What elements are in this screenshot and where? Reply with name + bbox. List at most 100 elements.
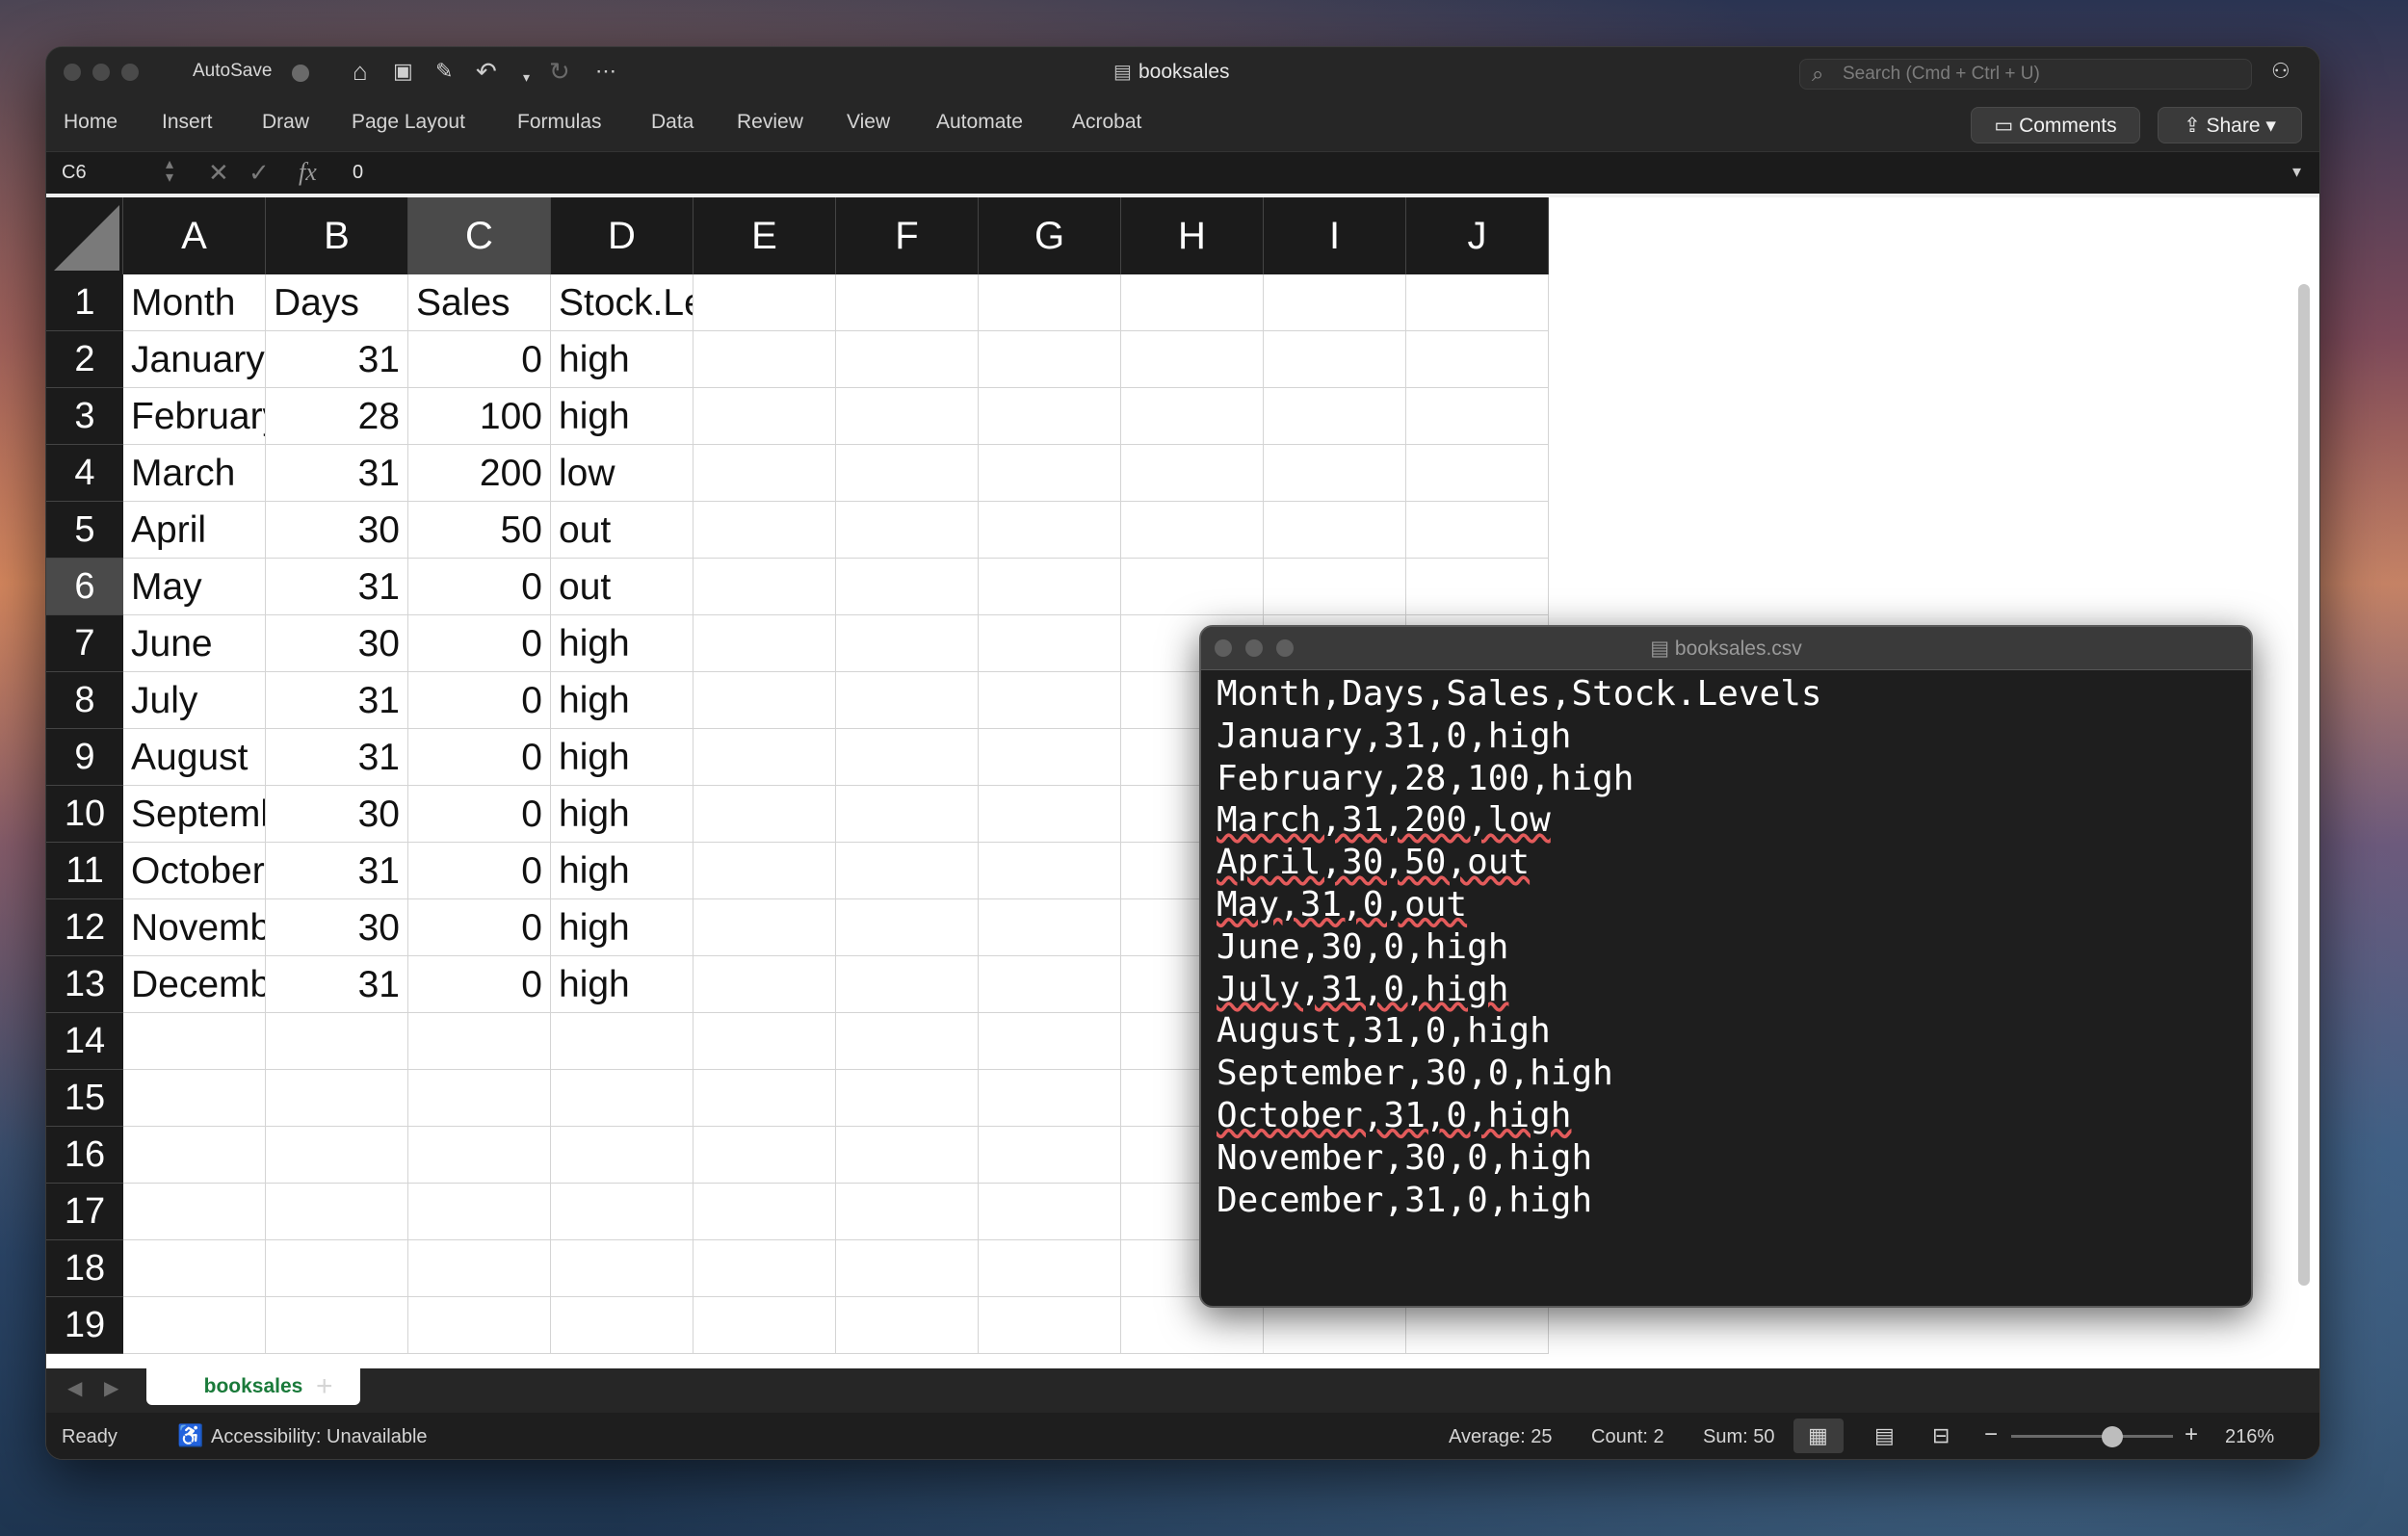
cell-e19[interactable] <box>694 1297 836 1354</box>
cell-g19[interactable] <box>979 1297 1121 1354</box>
column-header-h[interactable]: H <box>1121 197 1264 274</box>
cell-d11[interactable]: high <box>551 843 694 899</box>
row-header-1[interactable]: 1 <box>46 274 123 331</box>
cell-c11[interactable]: 0 <box>408 843 551 899</box>
tab-acrobat[interactable]: Acrobat <box>1072 111 1141 134</box>
share-button[interactable]: ⇪ Share ▾ <box>2158 107 2302 143</box>
column-header-a[interactable]: A <box>123 197 266 274</box>
cell-h1[interactable] <box>1121 274 1264 331</box>
cell-c6[interactable]: 0 <box>408 559 551 615</box>
cell-a2[interactable]: January <box>123 331 266 388</box>
cell-f5[interactable] <box>836 502 979 559</box>
cell-g5[interactable] <box>979 502 1121 559</box>
cell-j1[interactable] <box>1406 274 1549 331</box>
cell-g4[interactable] <box>979 445 1121 502</box>
cell-g18[interactable] <box>979 1240 1121 1297</box>
cell-e11[interactable] <box>694 843 836 899</box>
confirm-icon[interactable]: ✓ <box>249 158 270 188</box>
cell-d16[interactable] <box>551 1127 694 1184</box>
tab-draw[interactable]: Draw <box>262 111 309 134</box>
normal-view-button[interactable]: ▦ <box>1793 1419 1844 1453</box>
cell-c10[interactable]: 0 <box>408 786 551 843</box>
cell-f6[interactable] <box>836 559 979 615</box>
cell-h4[interactable] <box>1121 445 1264 502</box>
cell-i2[interactable] <box>1264 331 1406 388</box>
cell-a3[interactable]: February <box>123 388 266 445</box>
cell-f7[interactable] <box>836 615 979 672</box>
zoom-in-button[interactable]: + <box>2185 1421 2198 1448</box>
cell-g13[interactable] <box>979 956 1121 1013</box>
name-box[interactable]: C6 <box>62 162 87 184</box>
accessibility-status[interactable]: Accessibility: Unavailable <box>211 1426 428 1448</box>
cell-d2[interactable]: high <box>551 331 694 388</box>
cell-b10[interactable]: 30 <box>266 786 408 843</box>
vertical-scrollbar[interactable] <box>2298 284 2310 1286</box>
cell-f14[interactable] <box>836 1013 979 1070</box>
select-all-button[interactable] <box>46 197 123 274</box>
cell-c8[interactable]: 0 <box>408 672 551 729</box>
home-icon[interactable]: ⌂ <box>353 57 368 86</box>
column-header-j[interactable]: J <box>1406 197 1549 274</box>
undo-dropdown-icon[interactable]: ▾ <box>523 63 530 91</box>
cell-e16[interactable] <box>694 1127 836 1184</box>
cell-g16[interactable] <box>979 1127 1121 1184</box>
cell-g6[interactable] <box>979 559 1121 615</box>
cell-a14[interactable] <box>123 1013 266 1070</box>
cell-a19[interactable] <box>123 1297 266 1354</box>
cell-c1[interactable]: Sales <box>408 274 551 331</box>
cell-c13[interactable]: 0 <box>408 956 551 1013</box>
cell-a6[interactable]: May <box>123 559 266 615</box>
cell-g14[interactable] <box>979 1013 1121 1070</box>
cell-g9[interactable] <box>979 729 1121 786</box>
cell-f15[interactable] <box>836 1070 979 1127</box>
cell-c5[interactable]: 50 <box>408 502 551 559</box>
tab-insert[interactable]: Insert <box>162 111 213 134</box>
cell-c9[interactable]: 0 <box>408 729 551 786</box>
cell-a16[interactable] <box>123 1127 266 1184</box>
cell-g10[interactable] <box>979 786 1121 843</box>
cell-d9[interactable]: high <box>551 729 694 786</box>
cell-f17[interactable] <box>836 1184 979 1240</box>
cell-e8[interactable] <box>694 672 836 729</box>
cell-d13[interactable]: high <box>551 956 694 1013</box>
cell-g1[interactable] <box>979 274 1121 331</box>
cell-a18[interactable] <box>123 1240 266 1297</box>
zoom-level[interactable]: 216% <box>2225 1426 2274 1448</box>
accessibility-icon[interactable]: ♿ <box>177 1423 203 1448</box>
row-header-3[interactable]: 3 <box>46 388 123 445</box>
cell-a9[interactable]: August <box>123 729 266 786</box>
cell-i3[interactable] <box>1264 388 1406 445</box>
row-header-14[interactable]: 14 <box>46 1013 123 1070</box>
cell-g8[interactable] <box>979 672 1121 729</box>
next-sheet-icon[interactable]: ▶ <box>104 1376 118 1400</box>
row-header-4[interactable]: 4 <box>46 445 123 502</box>
collaborate-icon[interactable]: ⚇ <box>2271 57 2290 86</box>
cell-d1[interactable]: Stock.Levels <box>551 274 694 331</box>
cell-j4[interactable] <box>1406 445 1549 502</box>
cell-c16[interactable] <box>408 1127 551 1184</box>
cell-f11[interactable] <box>836 843 979 899</box>
column-header-c[interactable]: C <box>408 197 551 274</box>
cell-j5[interactable] <box>1406 502 1549 559</box>
zoom-slider-handle[interactable] <box>2102 1426 2123 1447</box>
tab-automate[interactable]: Automate <box>936 111 1023 134</box>
cell-f1[interactable] <box>836 274 979 331</box>
save-icon[interactable]: ▣ <box>393 57 413 86</box>
cell-a17[interactable] <box>123 1184 266 1240</box>
cell-c4[interactable]: 200 <box>408 445 551 502</box>
redo-icon[interactable]: ↻ <box>549 57 570 86</box>
cell-h5[interactable] <box>1121 502 1264 559</box>
cell-a15[interactable] <box>123 1070 266 1127</box>
cell-b13[interactable]: 31 <box>266 956 408 1013</box>
cell-b16[interactable] <box>266 1127 408 1184</box>
cell-d7[interactable]: high <box>551 615 694 672</box>
cell-d10[interactable]: high <box>551 786 694 843</box>
cell-b17[interactable] <box>266 1184 408 1240</box>
zoom-slider[interactable] <box>2011 1435 2173 1438</box>
zoom-window-button[interactable] <box>121 64 139 81</box>
tab-view[interactable]: View <box>847 111 890 134</box>
cell-f10[interactable] <box>836 786 979 843</box>
row-header-15[interactable]: 15 <box>46 1070 123 1127</box>
cell-i1[interactable] <box>1264 274 1406 331</box>
cell-g15[interactable] <box>979 1070 1121 1127</box>
